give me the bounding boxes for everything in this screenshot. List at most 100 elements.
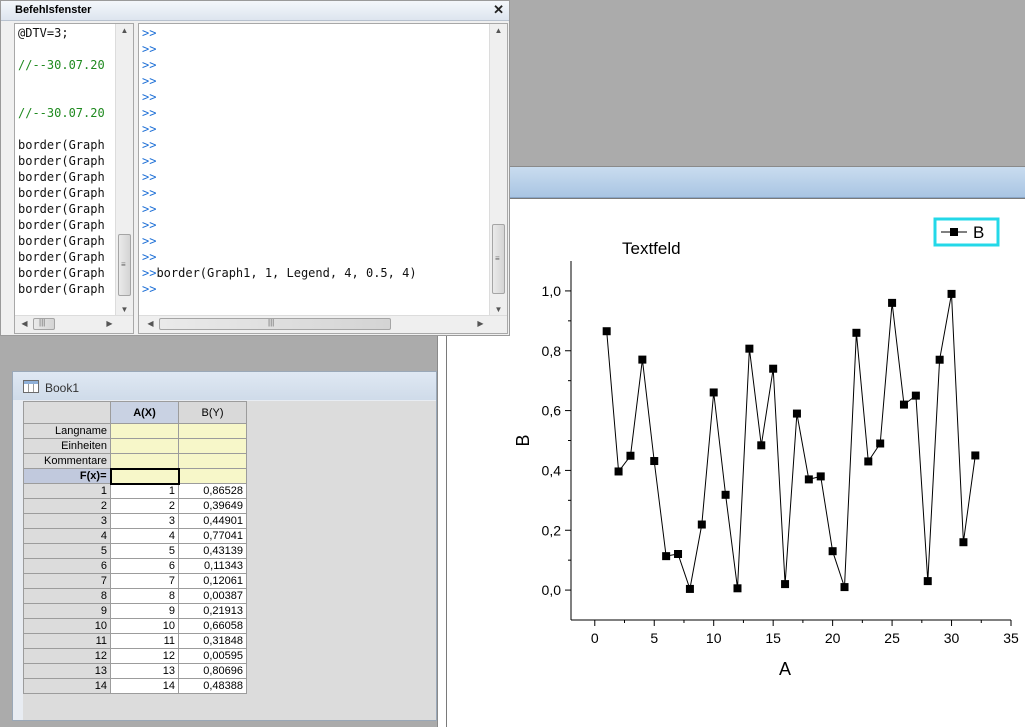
data-point[interactable] — [733, 584, 742, 593]
table-row[interactable]: 9 9 0,21913 — [23, 603, 247, 619]
meta-cell[interactable] — [178, 423, 247, 439]
history-code-line[interactable] — [18, 73, 105, 89]
command-window-titlebar[interactable]: Befehlsfenster ✕ — [1, 1, 509, 21]
cell-a[interactable]: 10 — [110, 618, 179, 634]
cell-a[interactable]: 12 — [110, 648, 179, 664]
data-point[interactable] — [650, 457, 659, 466]
console-line[interactable]: >> — [142, 73, 417, 89]
console-line[interactable]: >> — [142, 281, 417, 297]
data-point[interactable] — [674, 550, 683, 559]
row-label-comments[interactable]: Kommentare — [23, 453, 111, 469]
data-point[interactable] — [721, 490, 730, 499]
graph-window[interactable]: 0 5 10 15 20 25 30 35 0,0 0,2 0,4 0,6 0,8 1,0 A B Textfe… — [437, 166, 1025, 727]
console-vscroll-thumb[interactable]: ≡ — [492, 224, 505, 294]
cell-a[interactable]: 14 — [110, 678, 179, 694]
data-point[interactable] — [685, 584, 694, 593]
column-header-b[interactable]: B(Y) — [178, 401, 247, 424]
cell-a[interactable]: 9 — [110, 603, 179, 619]
row-number[interactable]: 9 — [23, 603, 111, 619]
scroll-down-arrow-icon[interactable]: ▼ — [116, 305, 133, 314]
console-line[interactable]: >> — [142, 41, 417, 57]
cell-a[interactable]: 11 — [110, 633, 179, 649]
history-comment-line[interactable]: //--30.07.20 — [18, 105, 105, 121]
data-point[interactable] — [852, 328, 861, 337]
meta-cell[interactable] — [110, 438, 179, 454]
cell-a[interactable]: 13 — [110, 663, 179, 679]
data-point[interactable] — [840, 583, 849, 592]
history-vertical-scrollbar[interactable]: ▲ ≡ ▼ — [115, 24, 133, 316]
row-number[interactable]: 10 — [23, 618, 111, 634]
data-point[interactable] — [899, 400, 908, 409]
console-line[interactable]: >> — [142, 105, 417, 121]
meta-cell[interactable] — [110, 453, 179, 469]
history-comment-line[interactable]: //--30.07.20 — [18, 57, 105, 73]
data-point[interactable] — [864, 457, 873, 466]
data-point[interactable] — [971, 451, 980, 460]
history-code-line[interactable]: border(Graph — [18, 201, 105, 217]
console-line[interactable]: >> — [142, 121, 417, 137]
history-vscroll-thumb[interactable]: ≡ — [118, 234, 131, 296]
row-number[interactable]: 1 — [23, 483, 111, 499]
history-code-line[interactable] — [18, 89, 105, 105]
data-point[interactable] — [745, 344, 754, 353]
cell-a[interactable]: 6 — [110, 558, 179, 574]
table-row[interactable]: 5 5 0,43139 — [23, 543, 247, 559]
table-row[interactable]: 13 13 0,80696 — [23, 663, 247, 679]
console-horizontal-scrollbar[interactable]: ◀ ||| ▶ — [139, 315, 507, 333]
data-point[interactable] — [709, 388, 718, 397]
cell-a[interactable]: 1 — [110, 483, 179, 499]
data-point[interactable] — [602, 327, 611, 336]
table-row[interactable]: 6 6 0,11343 — [23, 558, 247, 574]
row-label-longname[interactable]: Langname — [23, 423, 111, 439]
console-vertical-scrollbar[interactable]: ▲ ≡ ▼ — [489, 24, 507, 316]
command-window[interactable]: Befehlsfenster ✕ @DTV=3; //--30.07.20 //--… — [0, 0, 510, 336]
console-line[interactable]: >> — [142, 249, 417, 265]
history-code-line[interactable]: border(Graph — [18, 265, 105, 281]
cell-b[interactable]: 0,12061 — [178, 573, 247, 589]
column-header-a[interactable]: A(X) — [110, 401, 179, 424]
row-number[interactable]: 2 — [23, 498, 111, 514]
row-number[interactable]: 13 — [23, 663, 111, 679]
row-number[interactable]: 14 — [23, 678, 111, 694]
scroll-left-arrow-icon[interactable]: ◀ — [142, 319, 159, 328]
table-row[interactable]: 4 4 0,77041 — [23, 528, 247, 544]
row-number[interactable]: 5 — [23, 543, 111, 559]
data-point[interactable] — [697, 520, 706, 529]
workbook-titlebar[interactable]: Book1 — [13, 372, 436, 400]
table-row[interactable]: 3 3 0,44901 — [23, 513, 247, 529]
cell-a[interactable]: 5 — [110, 543, 179, 559]
history-code-line[interactable]: border(Graph — [18, 281, 105, 297]
data-point[interactable] — [888, 298, 897, 307]
data-point[interactable] — [781, 580, 790, 589]
data-point[interactable] — [911, 391, 920, 400]
meta-cell[interactable] — [178, 453, 247, 469]
cell-b[interactable]: 0,00595 — [178, 648, 247, 664]
history-code-line[interactable]: border(Graph — [18, 137, 105, 153]
scroll-down-arrow-icon[interactable]: ▼ — [490, 305, 507, 314]
data-point[interactable] — [959, 538, 968, 547]
history-code-line[interactable]: border(Graph — [18, 153, 105, 169]
data-point[interactable] — [638, 355, 647, 364]
scroll-left-arrow-icon[interactable]: ◀ — [16, 319, 33, 328]
row-label-formula[interactable]: F(x)= — [23, 468, 111, 484]
console-line[interactable]: >> — [142, 137, 417, 153]
table-row[interactable]: 8 8 0,00387 — [23, 588, 247, 604]
console-line[interactable]: >> — [142, 153, 417, 169]
table-row[interactable]: 11 11 0,31848 — [23, 633, 247, 649]
history-hscroll-thumb[interactable]: ||| — [33, 318, 55, 330]
data-point[interactable] — [804, 475, 813, 484]
cell-b[interactable]: 0,00387 — [178, 588, 247, 604]
cell-b[interactable]: 0,86528 — [178, 483, 247, 499]
graph-window-titlebar[interactable] — [438, 167, 1025, 198]
history-horizontal-scrollbar[interactable]: ◀ ||| ▶ — [15, 315, 133, 333]
command-console-output[interactable]: >> >> >> >> >> >> >> >> >> >> >> >> >> >> >> >>border(G… — [142, 25, 417, 297]
scroll-right-arrow-icon[interactable]: ▶ — [101, 319, 118, 328]
worksheet-table[interactable]: A(X) B(Y) Langname Einheiten Kommentare … — [23, 401, 247, 694]
console-line[interactable]: >> — [142, 89, 417, 105]
data-point[interactable] — [757, 441, 766, 450]
scroll-up-arrow-icon[interactable]: ▲ — [116, 26, 133, 35]
data-point[interactable] — [626, 451, 635, 460]
console-line[interactable]: >> — [142, 25, 417, 41]
row-number[interactable]: 3 — [23, 513, 111, 529]
data-point[interactable] — [816, 472, 825, 481]
